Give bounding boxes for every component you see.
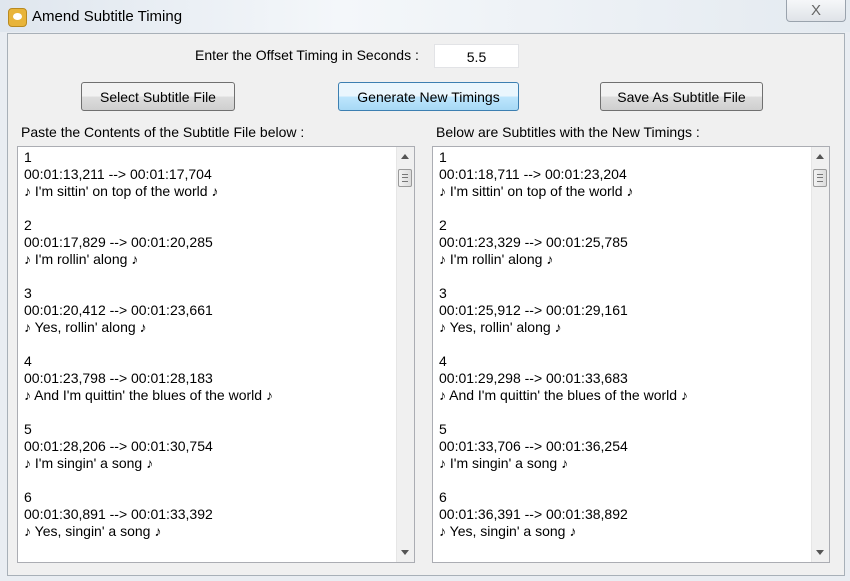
subtitle-line: 3 — [24, 285, 32, 301]
result-textarea[interactable]: 1 00:01:18,711 --> 00:01:23,204 ♪ I'm sitt… — [432, 146, 830, 563]
subtitle-line: 4 — [439, 353, 447, 369]
subtitle-line: 5 — [439, 421, 447, 437]
subtitle-line: ♪ Yes, rollin' along ♪ — [439, 319, 562, 335]
subtitle-line: ♪ I'm singin' a song ♪ — [24, 455, 154, 471]
subtitle-line: 00:01:33,706 --> 00:01:36,254 — [439, 438, 628, 454]
subtitle-line — [439, 472, 688, 489]
subtitle-line — [439, 404, 688, 421]
subtitle-line: 00:01:36,391 --> 00:01:38,892 — [439, 506, 628, 522]
scroll-up-icon[interactable] — [401, 154, 409, 159]
subtitle-line: 00:01:23,798 --> 00:01:28,183 — [24, 370, 213, 386]
subtitle-line — [24, 200, 273, 217]
source-text: 1 00:01:13,211 --> 00:01:17,704 ♪ I'm sitt… — [24, 149, 273, 540]
subtitle-line: ♪ I'm rollin' along ♪ — [24, 251, 139, 267]
subtitle-line: ♪ I'm sittin' on top of the world ♪ — [24, 183, 219, 199]
subtitle-line: 1 — [439, 149, 447, 165]
subtitle-line — [24, 336, 273, 353]
result-text: 1 00:01:18,711 --> 00:01:23,204 ♪ I'm sitt… — [439, 149, 688, 540]
subtitle-line: 6 — [24, 489, 32, 505]
subtitle-line: ♪ And I'm quittin' the blues of the worl… — [24, 387, 273, 403]
scroll-thumb[interactable] — [813, 169, 827, 187]
subtitle-line — [439, 200, 688, 217]
subtitle-line: 2 — [439, 217, 447, 233]
subtitle-line — [24, 404, 273, 421]
subtitle-line: 00:01:29,298 --> 00:01:33,683 — [439, 370, 628, 386]
subtitle-line: 00:01:25,912 --> 00:01:29,161 — [439, 302, 628, 318]
subtitle-line: 6 — [439, 489, 447, 505]
scroll-thumb[interactable] — [398, 169, 412, 187]
source-scrollbar[interactable] — [396, 147, 414, 562]
subtitle-line — [439, 336, 688, 353]
window-title: Amend Subtitle Timing — [32, 8, 183, 25]
subtitle-line — [439, 268, 688, 285]
scroll-down-icon[interactable] — [401, 550, 409, 555]
subtitle-line: ♪ I'm singin' a song ♪ — [439, 455, 569, 471]
subtitle-line: ♪ I'm sittin' on top of the world ♪ — [439, 183, 634, 199]
subtitle-line: 00:01:28,206 --> 00:01:30,754 — [24, 438, 213, 454]
subtitle-line: 00:01:23,329 --> 00:01:25,785 — [439, 234, 628, 250]
subtitle-line: 2 — [24, 217, 32, 233]
app-icon — [8, 8, 27, 27]
subtitle-line: 00:01:17,829 --> 00:01:20,285 — [24, 234, 213, 250]
subtitle-line — [24, 472, 273, 489]
subtitle-line: 00:01:30,891 --> 00:01:33,392 — [24, 506, 213, 522]
result-label: Below are Subtitles with the New Timings… — [436, 124, 700, 140]
result-scrollbar[interactable] — [811, 147, 829, 562]
subtitle-line: ♪ Yes, rollin' along ♪ — [24, 319, 147, 335]
subtitle-line: 3 — [439, 285, 447, 301]
subtitle-line: 00:01:20,412 --> 00:01:23,661 — [24, 302, 213, 318]
source-label: Paste the Contents of the Subtitle File … — [21, 124, 305, 140]
source-textarea[interactable]: 1 00:01:13,211 --> 00:01:17,704 ♪ I'm sitt… — [17, 146, 415, 563]
offset-input[interactable]: 5.5 — [434, 44, 519, 68]
offset-label: Enter the Offset Timing in Seconds : — [195, 47, 419, 63]
scroll-down-icon[interactable] — [816, 550, 824, 555]
subtitle-line: ♪ Yes, singin' a song ♪ — [439, 523, 577, 539]
subtitle-line: ♪ And I'm quittin' the blues of the worl… — [439, 387, 688, 403]
subtitle-line: 00:01:13,211 --> 00:01:17,704 — [24, 166, 212, 182]
subtitle-line: 4 — [24, 353, 32, 369]
scroll-up-icon[interactable] — [816, 154, 824, 159]
save-as-subtitle-file-button[interactable]: Save As Subtitle File — [600, 82, 763, 111]
title-bar: Amend Subtitle Timing X — [0, 0, 850, 32]
subtitle-line: 5 — [24, 421, 32, 437]
subtitle-line: ♪ I'm rollin' along ♪ — [439, 251, 554, 267]
subtitle-line — [24, 268, 273, 285]
generate-new-timings-button[interactable]: Generate New Timings — [338, 82, 519, 111]
subtitle-line: 00:01:18,711 --> 00:01:23,204 — [439, 166, 627, 182]
subtitle-line: ♪ Yes, singin' a song ♪ — [24, 523, 162, 539]
close-button[interactable]: X — [786, 0, 846, 22]
subtitle-line: 1 — [24, 149, 32, 165]
select-subtitle-file-button[interactable]: Select Subtitle File — [81, 82, 235, 111]
